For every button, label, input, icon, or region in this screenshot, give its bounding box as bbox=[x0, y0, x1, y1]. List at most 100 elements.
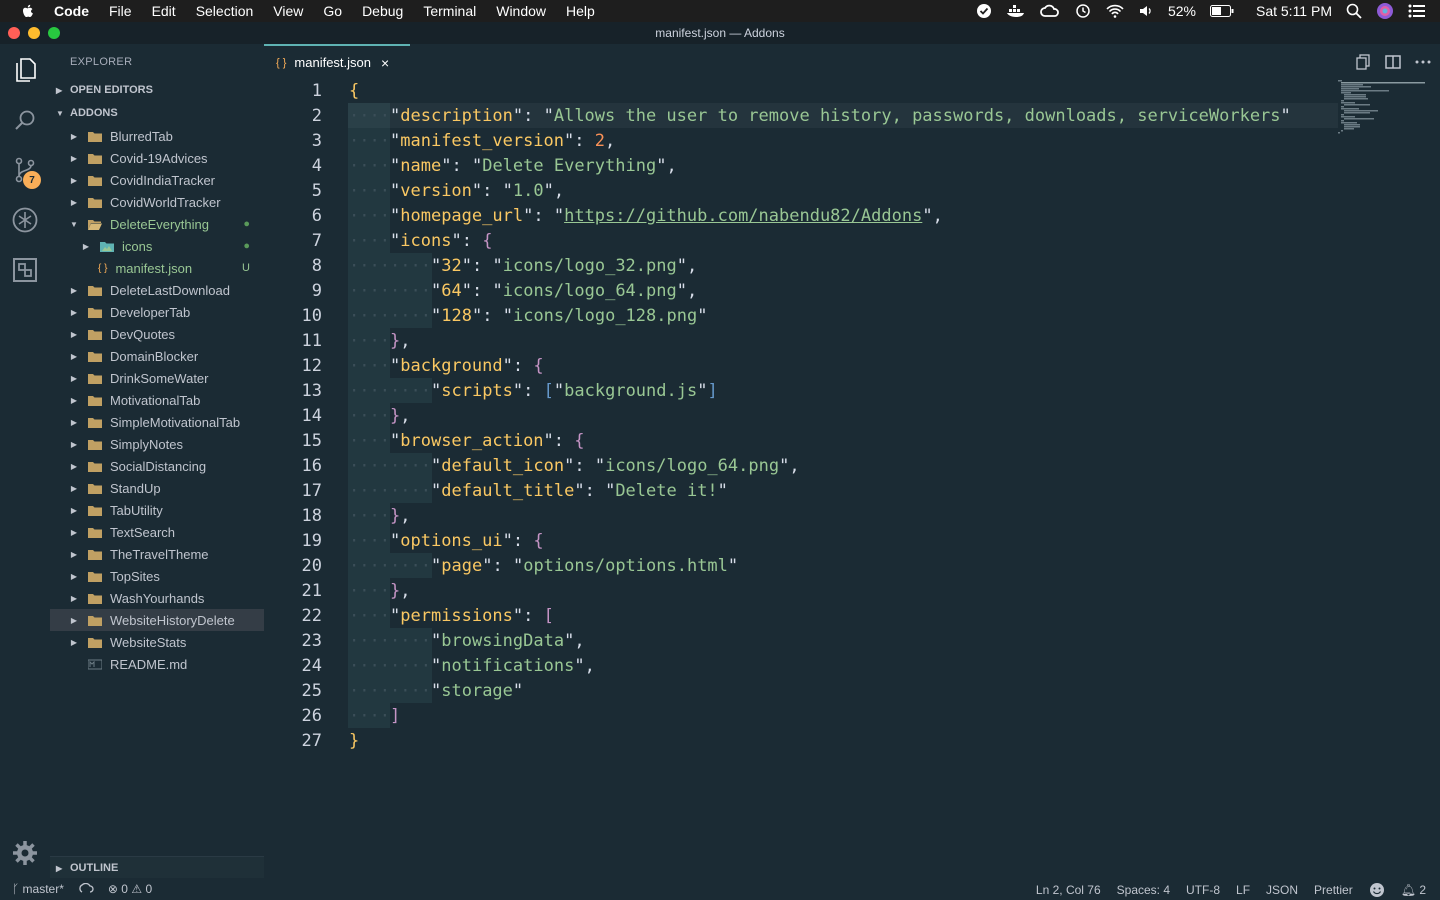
tree-item[interactable]: { } manifest.json U bbox=[50, 257, 264, 279]
code-editor[interactable]: 1 {2 ····"description": "Allows the user t… bbox=[264, 80, 1440, 850]
chevron-right-icon: ▶ bbox=[70, 153, 78, 163]
line-number: 6 bbox=[311, 206, 322, 226]
notification-center-icon[interactable] bbox=[1408, 4, 1426, 18]
close-tab-icon[interactable]: × bbox=[381, 55, 389, 71]
spotlight-search-icon[interactable] bbox=[1346, 3, 1362, 19]
search-icon[interactable] bbox=[11, 106, 39, 134]
tree-item[interactable]: ▶ TheTravelTheme bbox=[50, 543, 264, 565]
code-line: ····}, bbox=[349, 406, 411, 426]
tree-item[interactable]: ▶ DevQuotes bbox=[50, 323, 264, 345]
explorer-icon[interactable] bbox=[11, 56, 39, 84]
sync-icon[interactable] bbox=[78, 883, 94, 895]
tree-item[interactable]: ▶ DomainBlocker bbox=[50, 345, 264, 367]
menu-terminal[interactable]: Terminal bbox=[423, 3, 476, 19]
line-number: 16 bbox=[301, 456, 322, 476]
chevron-right-icon: ▶ bbox=[70, 637, 78, 647]
folder-icon bbox=[88, 395, 102, 406]
minimap[interactable] bbox=[1338, 80, 1428, 140]
tree-item[interactable]: ▶ DeleteLastDownload bbox=[50, 279, 264, 301]
tree-item[interactable]: ▶ MotivationalTab bbox=[50, 389, 264, 411]
encoding[interactable]: UTF-8 bbox=[1186, 883, 1220, 897]
wifi-icon[interactable] bbox=[1106, 4, 1124, 18]
tree-item[interactable]: ▶ WebsiteHistoryDelete bbox=[50, 609, 264, 631]
battery-icon[interactable] bbox=[1209, 5, 1234, 17]
tree-item[interactable]: ▼ DeleteEverything ● bbox=[50, 213, 264, 235]
tree-item[interactable]: ▶ TopSites bbox=[50, 565, 264, 587]
code-line: ····"name": "Delete Everything", bbox=[349, 156, 677, 176]
menu-file[interactable]: File bbox=[109, 3, 132, 19]
split-editor-icon[interactable] bbox=[1384, 53, 1402, 71]
menu-go[interactable]: Go bbox=[323, 3, 342, 19]
tree-item[interactable]: ▶ WebsiteStats bbox=[50, 631, 264, 653]
window-titlebar: manifest.json — Addons bbox=[0, 22, 1440, 44]
tree-item[interactable]: ▶ TextSearch bbox=[50, 521, 264, 543]
more-actions-icon[interactable] bbox=[1414, 53, 1432, 71]
line-number: 22 bbox=[301, 606, 322, 626]
notifications-indicator[interactable]: 🔔︎ 2 bbox=[1401, 883, 1426, 897]
addons-folder-section[interactable]: ▼ ADDONS bbox=[50, 102, 264, 124]
branch-label: master* bbox=[22, 882, 64, 896]
menu-help[interactable]: Help bbox=[566, 3, 595, 19]
time-machine-icon[interactable] bbox=[1074, 3, 1092, 19]
tree-item-label: TextSearch bbox=[110, 524, 176, 540]
line-number: 3 bbox=[311, 131, 322, 151]
apple-icon[interactable] bbox=[20, 3, 36, 19]
line-number: 8 bbox=[311, 256, 322, 276]
tree-item-label: MotivationalTab bbox=[110, 392, 201, 408]
cursor-position[interactable]: Ln 2, Col 76 bbox=[1036, 883, 1101, 897]
tree-item-label: CovidIndiaTracker bbox=[110, 172, 216, 188]
json-file-icon: { } bbox=[98, 262, 108, 274]
volume-icon[interactable] bbox=[1138, 4, 1154, 18]
tree-item[interactable]: ▶ BlurredTab bbox=[50, 125, 264, 147]
open-editors-section[interactable]: ▶ OPEN EDITORS bbox=[50, 79, 264, 101]
tree-item[interactable]: ▶ SimpleMotivationalTab bbox=[50, 411, 264, 433]
outline-section[interactable]: ▶ OUTLINE bbox=[50, 856, 264, 879]
debug-icon[interactable] bbox=[11, 206, 39, 234]
creative-cloud-icon[interactable] bbox=[1040, 4, 1060, 18]
extensions-icon[interactable] bbox=[11, 256, 39, 284]
feedback-smiley-icon[interactable] bbox=[1369, 882, 1385, 898]
tree-item-label: SimplyNotes bbox=[110, 436, 183, 452]
menu-debug[interactable]: Debug bbox=[362, 3, 403, 19]
chevron-right-icon: ▶ bbox=[70, 549, 78, 559]
prettier-status[interactable]: Prettier bbox=[1314, 883, 1353, 897]
tree-item[interactable]: ▶ CovidIndiaTracker bbox=[50, 169, 264, 191]
checkmark-status-icon[interactable] bbox=[976, 3, 992, 19]
tab-label: manifest.json bbox=[294, 55, 371, 70]
chevron-right-icon: ▶ bbox=[70, 395, 78, 405]
menubar-clock[interactable]: Sat 5:11 PM bbox=[1256, 3, 1332, 19]
window-title: manifest.json — Addons bbox=[655, 26, 785, 40]
tree-item[interactable]: README.md bbox=[50, 653, 264, 675]
tree-item-label: TheTravelTheme bbox=[110, 546, 209, 562]
tree-item[interactable]: ▶ SocialDistancing bbox=[50, 455, 264, 477]
siri-icon[interactable] bbox=[1376, 2, 1394, 20]
menu-window[interactable]: Window bbox=[496, 3, 546, 19]
menu-edit[interactable]: Edit bbox=[152, 3, 176, 19]
tab-bar: { } manifest.json × bbox=[264, 44, 1440, 79]
folder-icon bbox=[88, 285, 102, 296]
docker-icon[interactable] bbox=[1006, 4, 1026, 18]
settings-gear-icon[interactable] bbox=[11, 839, 39, 867]
git-branch[interactable]: ᚴ master* bbox=[12, 882, 64, 896]
indentation[interactable]: Spaces: 4 bbox=[1117, 883, 1170, 897]
tree-item[interactable]: ▶ icons ● bbox=[50, 235, 264, 257]
problems-indicator[interactable]: ⊗ 0 ⚠ 0 bbox=[108, 882, 152, 896]
open-changes-icon[interactable] bbox=[1354, 53, 1372, 71]
app-menu[interactable]: Code bbox=[54, 3, 89, 19]
code-line: ········"scripts": ["background.js"] bbox=[349, 381, 718, 401]
tree-item[interactable]: ▶ TabUtility bbox=[50, 499, 264, 521]
end-of-line[interactable]: LF bbox=[1236, 883, 1250, 897]
tree-item[interactable]: ▶ CovidWorldTracker bbox=[50, 191, 264, 213]
menu-selection[interactable]: Selection bbox=[196, 3, 254, 19]
tree-item[interactable]: ▶ DrinkSomeWater bbox=[50, 367, 264, 389]
language-mode[interactable]: JSON bbox=[1266, 883, 1298, 897]
tree-item[interactable]: ▶ DeveloperTab bbox=[50, 301, 264, 323]
tree-item[interactable]: ▶ WashYourhands bbox=[50, 587, 264, 609]
tab-manifest-json[interactable]: { } manifest.json × bbox=[264, 44, 410, 79]
chevron-right-icon: ▶ bbox=[70, 307, 78, 317]
tree-item[interactable]: ▶ SimplyNotes bbox=[50, 433, 264, 455]
scm-changes-badge: 7 bbox=[23, 171, 41, 189]
tree-item[interactable]: ▶ StandUp bbox=[50, 477, 264, 499]
menu-view[interactable]: View bbox=[273, 3, 303, 19]
tree-item[interactable]: ▶ Covid-19Advices bbox=[50, 147, 264, 169]
